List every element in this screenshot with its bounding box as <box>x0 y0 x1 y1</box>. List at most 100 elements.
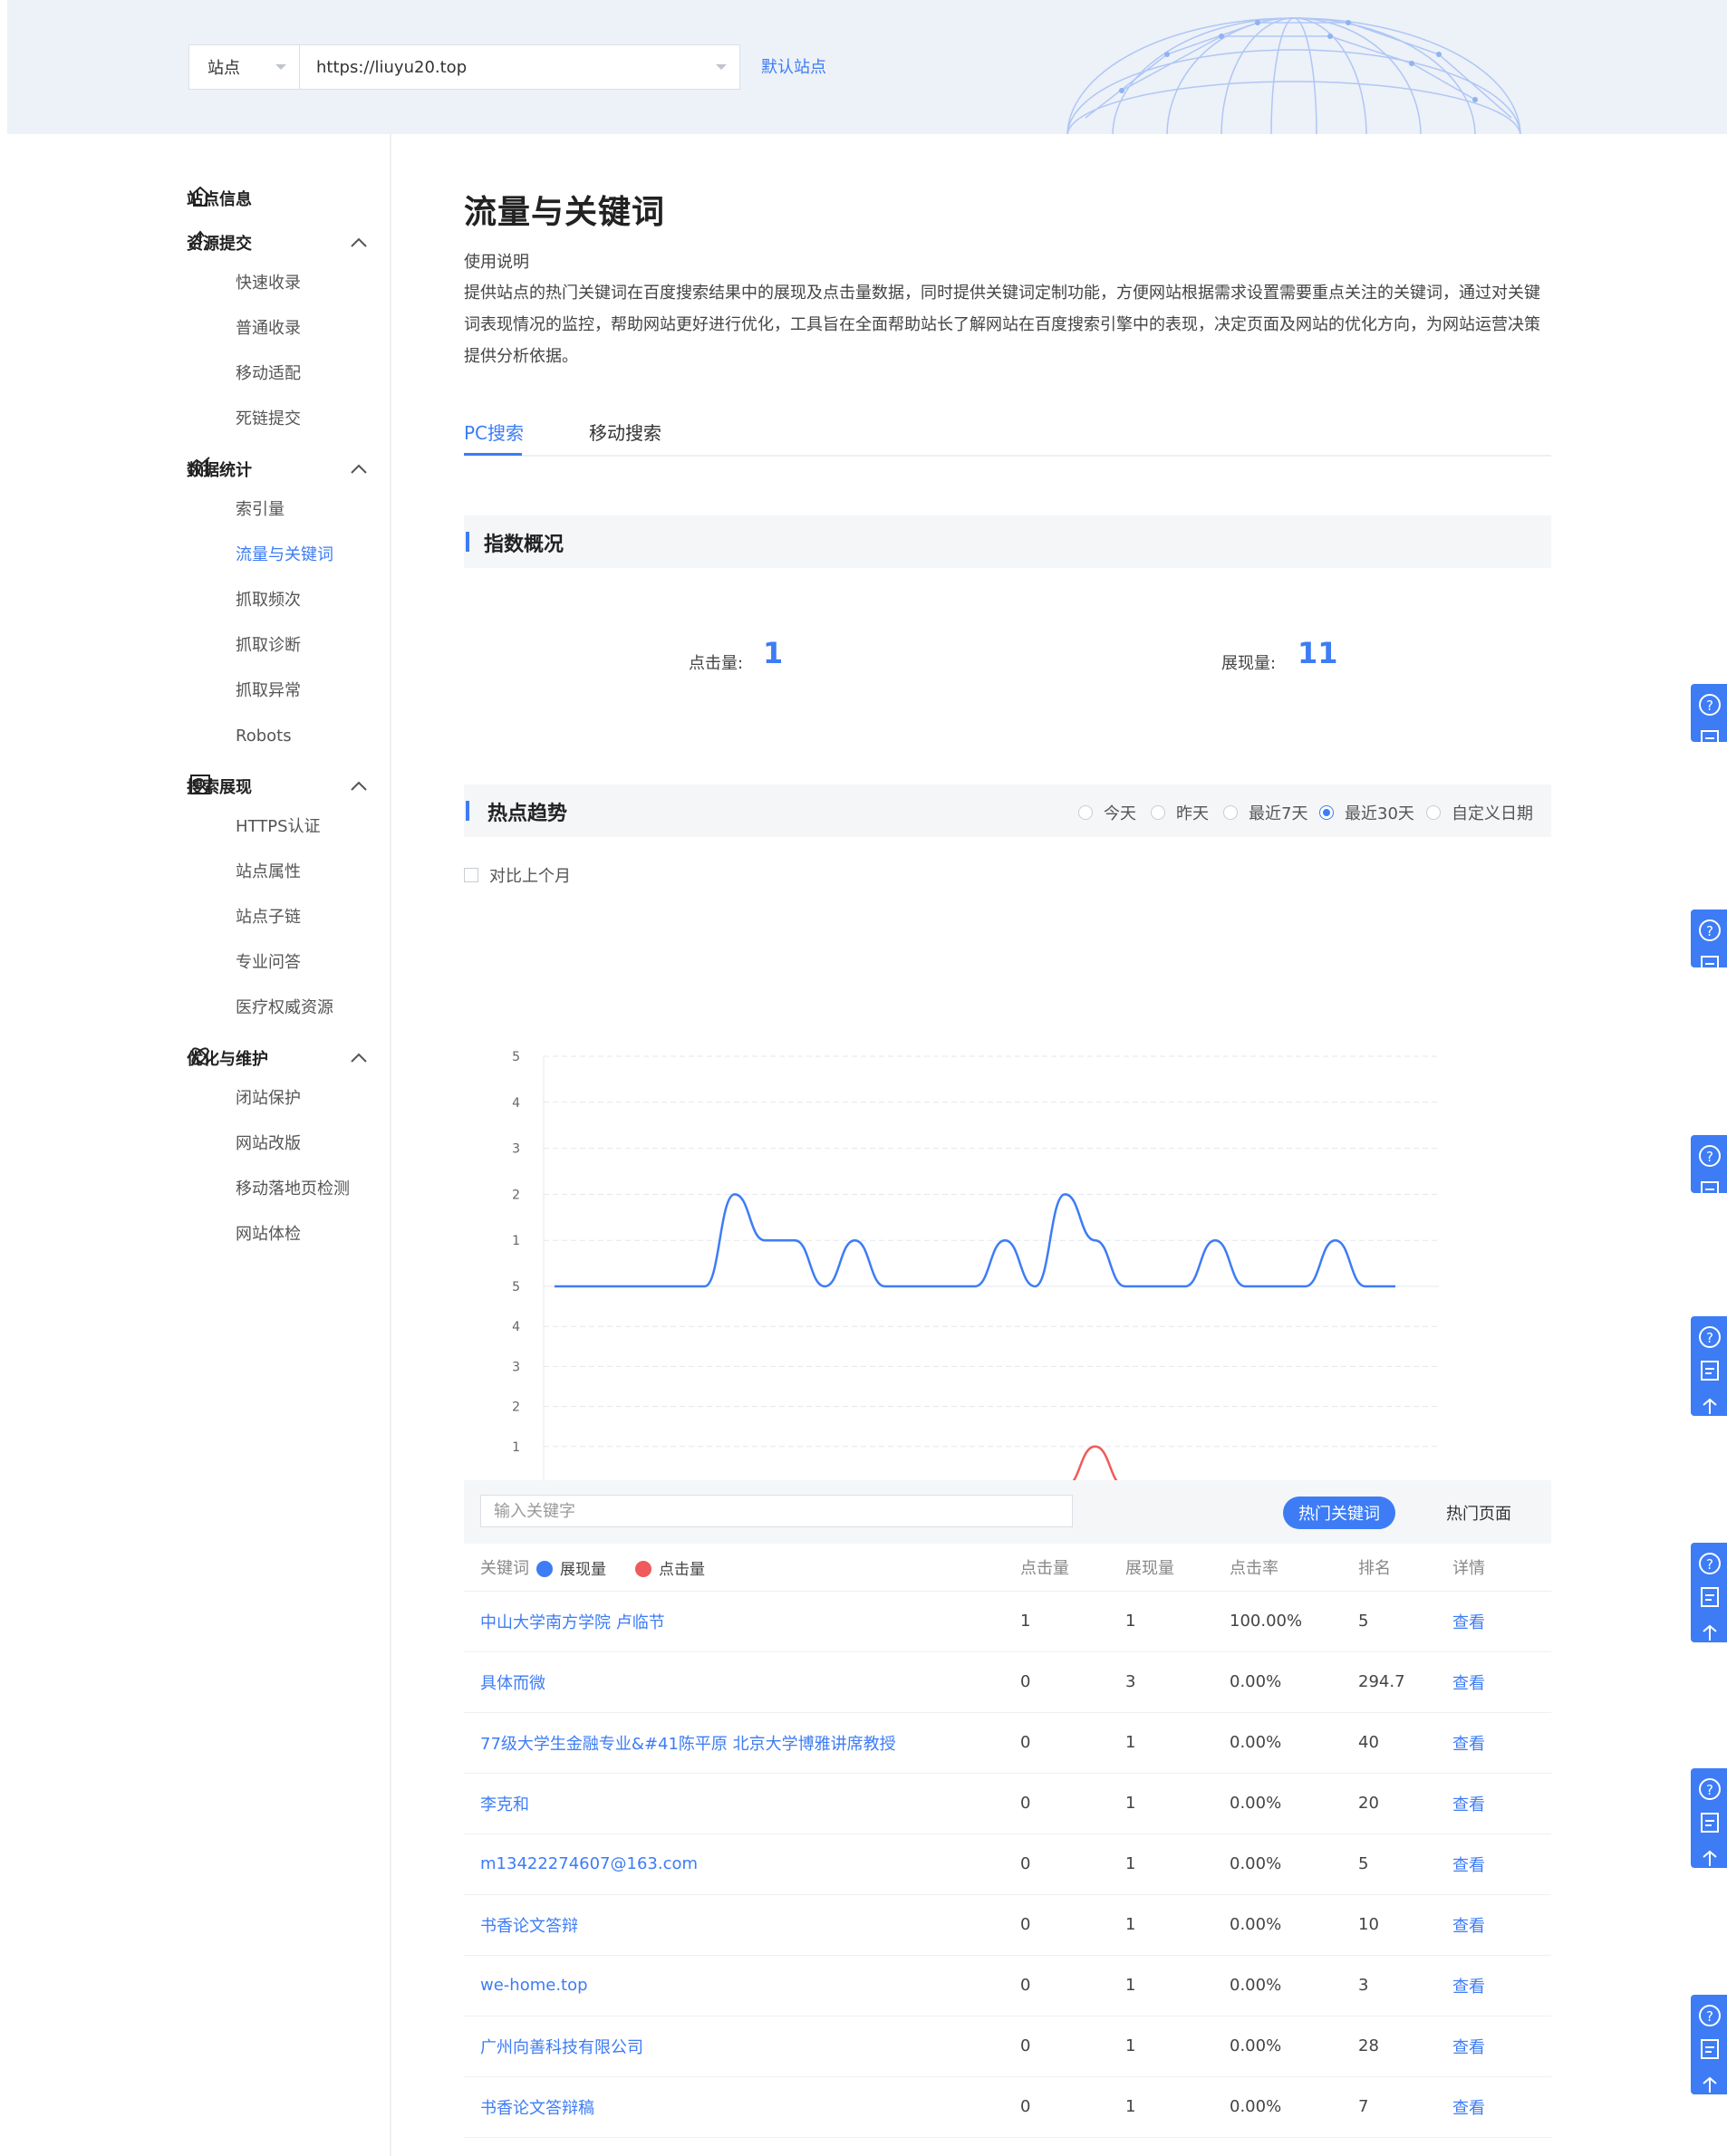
ctr-cell: 0.00% <box>1230 2016 1358 2077</box>
svg-text:?: ? <box>1706 1782 1713 1798</box>
rank-cell: 5 <box>1358 1834 1452 1895</box>
keyword-link[interactable]: 李克和 <box>464 1773 1020 1834</box>
floating-tool-group[interactable]: ? <box>1691 1543 1727 1642</box>
sidebar-item-traffic-keywords[interactable]: 流量与关键词 <box>236 542 333 569</box>
floating-tool-group[interactable]: ? <box>1691 1135 1727 1193</box>
help-icon[interactable]: ? <box>1691 1543 1727 1642</box>
range-last-7-days[interactable]: 最近7天 <box>1223 801 1307 824</box>
range-yesterday[interactable]: 昨天 <box>1151 801 1209 824</box>
y-tick-label: 3 <box>512 1142 520 1157</box>
range-last-30-days[interactable]: 最近30天 <box>1319 801 1414 824</box>
floating-tool-group[interactable]: ? <box>1691 910 1727 967</box>
tab-pc-search[interactable]: PC搜索 <box>464 419 524 445</box>
nav-group-optimize[interactable]: 优化与维护 <box>187 1042 268 1074</box>
floating-tool-group[interactable]: ? <box>1691 1768 1727 1868</box>
chevron-up-icon[interactable] <box>350 464 368 475</box>
clicks-cell: 0 <box>1020 2076 1125 2138</box>
sidebar-item-index-volume[interactable]: 索引量 <box>236 496 285 524</box>
help-icon[interactable]: ? <box>1691 684 1727 742</box>
site-type-select[interactable]: 站点 <box>189 45 300 89</box>
view-detail-link[interactable]: 查看 <box>1452 2076 1551 2138</box>
chevron-up-icon[interactable] <box>350 781 368 792</box>
keyword-link[interactable]: 书香论文答辩稿 <box>464 2076 1020 2138</box>
sidebar-item-site-checkup[interactable]: 网站体检 <box>236 1221 301 1248</box>
chevron-up-icon[interactable] <box>350 237 368 248</box>
floating-tool-group[interactable]: ? <box>1691 684 1727 742</box>
sidebar-item-robots[interactable]: Robots <box>236 723 292 750</box>
sidebar-item-sitelinks[interactable]: 站点子链 <box>236 904 301 931</box>
view-detail-link[interactable]: 查看 <box>1452 1651 1551 1713</box>
svg-text:?: ? <box>1706 698 1713 714</box>
svg-text:?: ? <box>1706 923 1713 939</box>
impressions-cell: 1 <box>1125 1834 1230 1895</box>
view-detail-link[interactable]: 查看 <box>1452 1834 1551 1895</box>
range-custom-date[interactable]: 自定义日期 <box>1426 801 1533 824</box>
nav-group-data-stats[interactable]: 数据统计 <box>187 453 252 486</box>
keyword-link[interactable]: 77级大学生金融专业&#41陈平原 北京大学博雅讲席教授 <box>464 1712 1020 1774</box>
view-detail-link[interactable]: 查看 <box>1452 1773 1551 1834</box>
help-icon[interactable]: ? <box>1691 1768 1727 1868</box>
impressions-cell: 1 <box>1125 2016 1230 2077</box>
chevron-up-icon[interactable] <box>350 1053 368 1064</box>
hot-pages-button[interactable]: 热门页面 <box>1424 1497 1533 1529</box>
keyword-link[interactable]: we-home.top <box>464 1955 1020 2016</box>
impressions-cell: 1 <box>1125 1894 1230 1956</box>
help-icon[interactable]: ? <box>1691 1316 1727 1416</box>
ctr-cell: 0.00% <box>1230 1773 1358 1834</box>
keyword-search-input[interactable] <box>480 1495 1073 1527</box>
range-today[interactable]: 今天 <box>1078 801 1136 824</box>
view-detail-link[interactable]: 查看 <box>1452 1591 1551 1652</box>
sidebar-item-normal-index[interactable]: 普通收录 <box>236 315 301 342</box>
checkbox-box <box>464 868 478 882</box>
sidebar-item-medical[interactable]: 医疗权威资源 <box>236 995 333 1022</box>
impressions-label: 展现量: <box>1221 654 1277 673</box>
floating-tool-group[interactable]: ? <box>1691 1995 1727 2094</box>
nav-group-resource-submit[interactable]: 资源提交 <box>187 226 252 259</box>
view-detail-link[interactable]: 查看 <box>1452 1894 1551 1956</box>
sidebar-item-crawl-diagnosis[interactable]: 抓取诊断 <box>236 632 301 659</box>
keyword-link[interactable]: 中山大学南方学院 卢临节 <box>464 1591 1020 1652</box>
clicks-label: 点击量: <box>689 654 744 673</box>
sidebar-item-fast-index[interactable]: 快速收录 <box>236 270 301 297</box>
sidebar-item-dead-link[interactable]: 死链提交 <box>236 406 301 433</box>
sidebar-item-site-attributes[interactable]: 站点属性 <box>236 859 301 886</box>
y-tick-label: 1 <box>512 1234 520 1248</box>
sidebar-item-pro-qa[interactable]: 专业问答 <box>236 949 301 977</box>
nav-group-search-display[interactable]: 搜索展现 <box>187 770 252 803</box>
site-header: 站点 https://liuyu20.top 默认站点 <box>7 0 1727 134</box>
help-icon[interactable]: ? <box>1691 1135 1727 1193</box>
usage-description: 提供站点的热门关键词在百度搜索结果中的展现及点击量数据，同时提供关键词定制功能，… <box>464 284 1540 366</box>
view-detail-link[interactable]: 查看 <box>1452 2016 1551 2077</box>
keyword-link[interactable]: 广州向善科技有限公司 <box>464 2016 1020 2077</box>
header-detail: 详情 <box>1452 1544 1551 1592</box>
ctr-cell: 0.00% <box>1230 1834 1358 1895</box>
sidebar-item-landing-check[interactable]: 移动落地页检测 <box>236 1176 350 1203</box>
ctr-cell: 0.00% <box>1230 1712 1358 1774</box>
table-row: 书香论文答辩 0 1 0.00% 10 查看 <box>464 1894 1551 1956</box>
keyword-link[interactable]: 书香论文答辩 <box>464 1894 1020 1956</box>
radio-dot <box>1319 805 1334 820</box>
help-icon[interactable]: ? <box>1691 1995 1727 2094</box>
help-icon[interactable]: ? <box>1691 910 1727 967</box>
sidebar-item-crawl-errors[interactable]: 抓取异常 <box>236 678 301 705</box>
radio-dot <box>1078 805 1093 820</box>
sidebar-item-site-close[interactable]: 闭站保护 <box>236 1085 301 1112</box>
nav-group-site-info[interactable]: 站点信息 <box>187 182 252 215</box>
sidebar-item-crawl-frequency[interactable]: 抓取频次 <box>236 587 301 614</box>
table-row: we-home.top 0 1 0.00% 3 查看 <box>464 1955 1551 2016</box>
sidebar-item-site-revamp[interactable]: 网站改版 <box>236 1131 301 1158</box>
floating-tool-group[interactable]: ? <box>1691 1316 1727 1416</box>
compare-last-month-checkbox[interactable]: 对比上个月 <box>464 863 571 887</box>
sidebar-item-mobile-adapt[interactable]: 移动适配 <box>236 361 301 388</box>
default-site-link[interactable]: 默认站点 <box>761 54 826 78</box>
site-url-select[interactable]: https://liuyu20.top <box>300 45 739 89</box>
view-detail-link[interactable]: 查看 <box>1452 1712 1551 1774</box>
keyword-link[interactable]: m13422274607@163.com <box>464 1834 1020 1895</box>
tab-mobile-search[interactable]: 移动搜索 <box>589 419 661 445</box>
sidebar-item-https[interactable]: HTTPS认证 <box>236 813 321 841</box>
table-header-row: 关键词 点击量 展现量 点击率 排名 详情 <box>464 1544 1551 1592</box>
hot-keywords-button[interactable]: 热门关键词 <box>1283 1497 1395 1529</box>
view-detail-link[interactable]: 查看 <box>1452 1955 1551 2016</box>
site-type-label: 站点 <box>207 59 240 78</box>
keyword-link[interactable]: 具体而微 <box>464 1651 1020 1713</box>
